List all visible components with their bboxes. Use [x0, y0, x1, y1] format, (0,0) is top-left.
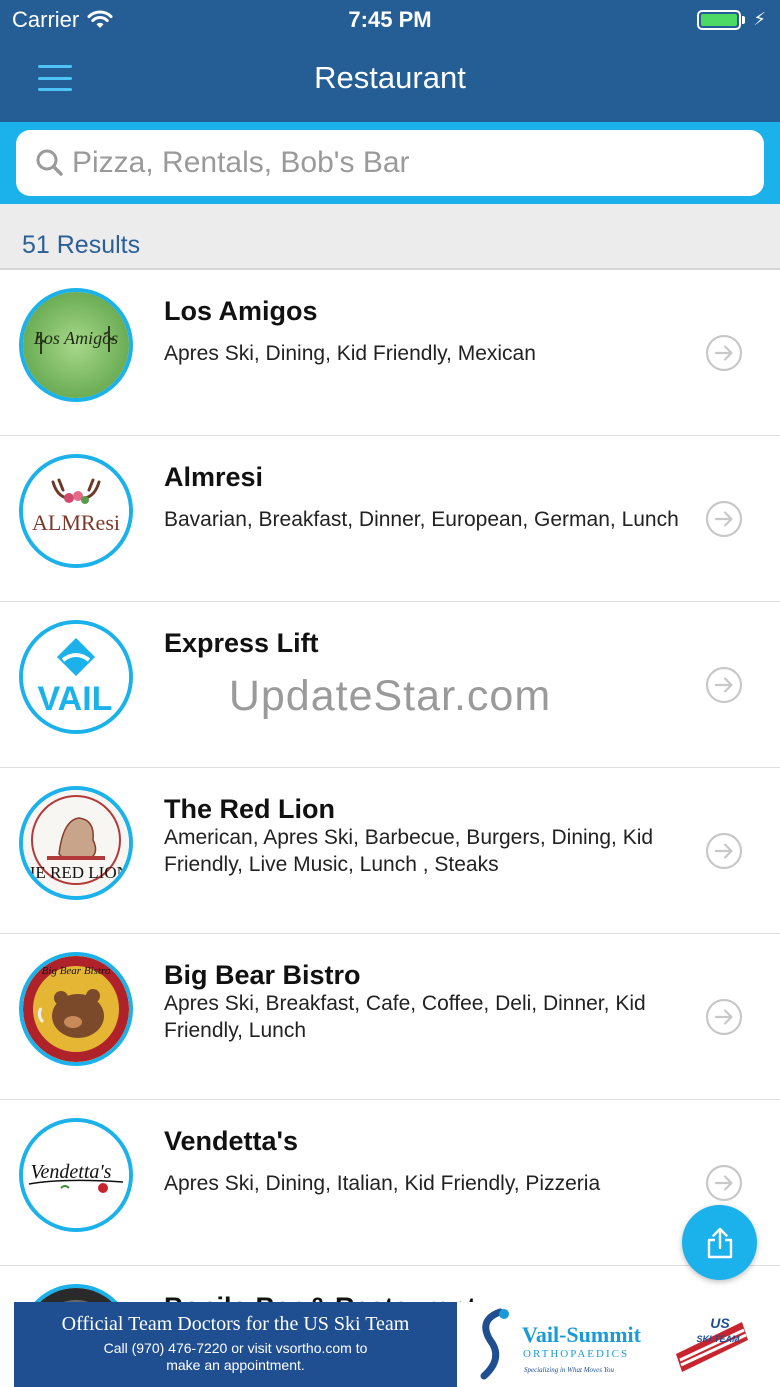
arrow-right-circle-icon[interactable] [705, 334, 743, 372]
ad-banner[interactable]: Official Team Doctors for the US Ski Tea… [0, 1302, 780, 1387]
item-title: Express Lift [164, 628, 319, 658]
item-tags: Bavarian, Breakfast, Dinner, European, G… [164, 508, 679, 531]
share-icon [707, 1227, 732, 1258]
ad-brand-sub: ORTHOPAEDICS [523, 1348, 630, 1360]
list-item[interactable]: HE RED LION The Red Lion American, Apres… [0, 768, 780, 934]
restaurant-logo: HE RED LION [19, 786, 133, 900]
ad-subtext: Call (970) 476-7220 or visit vsortho.com… [14, 1340, 457, 1374]
arrow-right-circle-icon[interactable] [705, 998, 743, 1036]
status-bar: Carrier 7:45 PM ⚡ [0, 0, 780, 40]
restaurant-logo: Vendetta's [19, 1118, 133, 1232]
search-input[interactable] [72, 146, 732, 180]
item-title: Big Bear Bistro [164, 960, 361, 990]
ad-subtext-line: make an appointment. [166, 1357, 305, 1373]
page-title: Restaurant [314, 60, 466, 95]
arrow-right-circle-icon[interactable] [705, 500, 743, 538]
logo-text: HE RED LION [23, 863, 129, 882]
restaurant-logo: ALMResi [19, 454, 133, 568]
screen: Carrier 7:45 PM ⚡ Restaurant Pizza, Rent… [0, 0, 780, 1387]
results-header: 51 Results [0, 204, 780, 270]
logo-text: Los Amigos [33, 328, 118, 348]
item-title: The Red Lion [164, 794, 335, 824]
flag-text: US [710, 1315, 730, 1331]
item-tags: American, Apres Ski, Barbecue, Burgers, … [164, 826, 654, 876]
ad-text-panel: Official Team Doctors for the US Ski Tea… [14, 1302, 457, 1387]
ad-headline: Official Team Doctors for the US Ski Tea… [61, 1313, 410, 1335]
list-item[interactable]: Los Amigos Los Amigos Apres Ski, Dining,… [0, 270, 780, 436]
us-ski-team-logo: US SKI TEAM [676, 1315, 748, 1372]
item-tags: Apres Ski, Dining, Italian, Kid Friendly… [164, 1172, 601, 1195]
list-item[interactable]: Vendetta's Vendetta's Apres Ski, Dining,… [0, 1100, 780, 1266]
search-bar [0, 122, 780, 204]
share-button[interactable] [682, 1205, 757, 1280]
item-title: Los Amigos [164, 296, 318, 326]
results-count: 51 Results [22, 231, 141, 259]
nav-bar: Carrier 7:45 PM ⚡ Restaurant [0, 0, 780, 122]
arrow-right-circle-icon[interactable] [705, 832, 743, 870]
ad-brand-name: Vail-Summit [522, 1322, 641, 1347]
item-title: Almresi [164, 462, 264, 492]
restaurant-logo: Los Amigos [19, 288, 133, 402]
search-box[interactable] [16, 130, 764, 196]
arrow-right-circle-icon[interactable] [705, 1164, 743, 1202]
ad-brand-tagline: Specializing in What Moves You [524, 1366, 614, 1374]
flag-subtext: SKI TEAM [696, 1334, 740, 1344]
battery-icon: ⚡ [697, 9, 766, 30]
logo-text: ALMResi [32, 510, 120, 535]
item-title: Vendetta's [164, 1126, 298, 1156]
skier-icon [480, 1308, 509, 1380]
clock: 7:45 PM [348, 7, 432, 32]
item-tags: Apres Ski, Breakfast, Cafe, Coffee, Deli… [164, 992, 646, 1042]
restaurant-logo: Big Bear Bistro [19, 952, 133, 1066]
list-item[interactable]: ALMResi Almresi Bavarian, Breakfast, Din… [0, 436, 780, 602]
logo-text: Vendetta's [31, 1161, 112, 1183]
list-item[interactable]: Big Bear Bistro Big Bear Bistro Apres Sk… [0, 934, 780, 1100]
search-icon [36, 149, 63, 176]
ad-brand-logo: Vail-Summit ORTHOPAEDICS Specializing in… [470, 1306, 658, 1384]
restaurant-list: Los Amigos Los Amigos Apres Ski, Dining,… [0, 270, 780, 1387]
logo-text: Big Bear Bistro [42, 965, 111, 977]
watermark: UpdateStar.com [228, 672, 552, 720]
item-tags: Apres Ski, Dining, Kid Friendly, Mexican [164, 342, 536, 365]
ad-subtext-line: Call (970) 476-7220 or visit vsortho.com… [103, 1340, 368, 1356]
